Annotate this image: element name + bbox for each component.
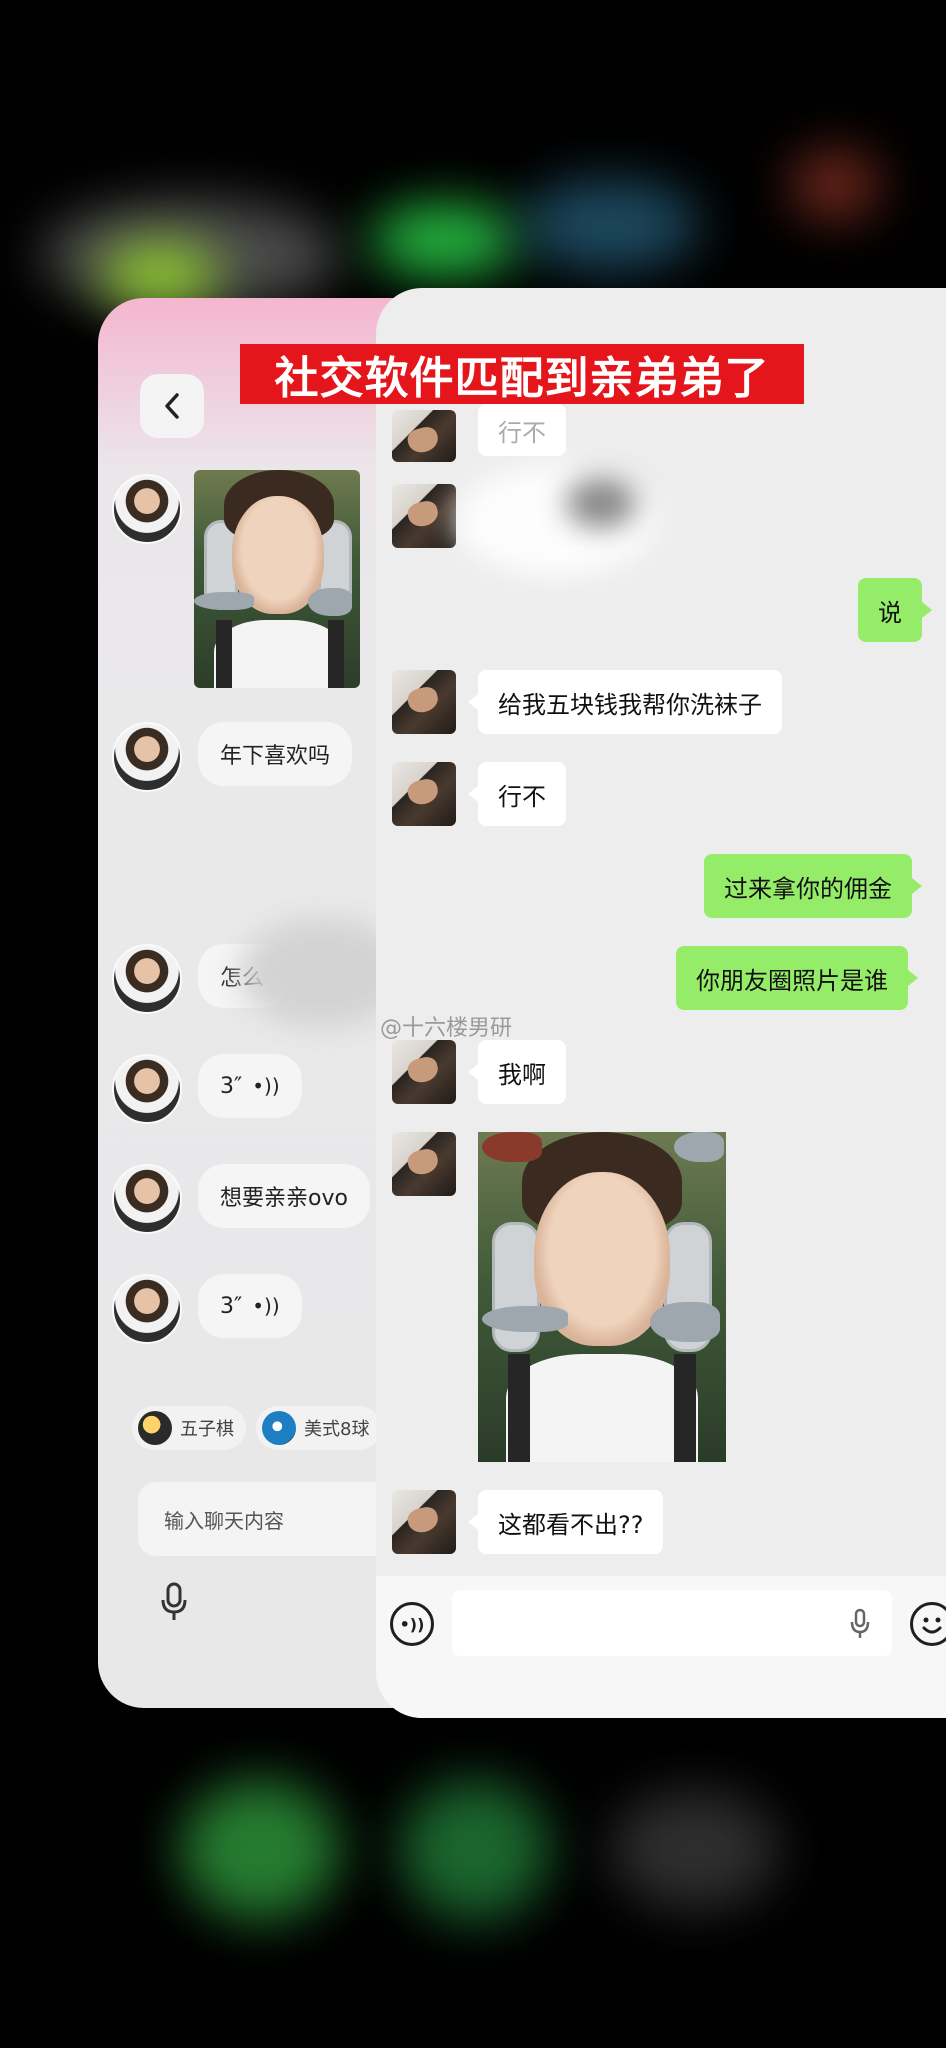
message-bubble: 行不: [478, 404, 566, 456]
image-message[interactable]: [478, 1132, 726, 1462]
sent-message: 过来拿你的佣金: [704, 854, 922, 918]
voice-toggle-button[interactable]: •)): [390, 1602, 434, 1646]
shark-sticker: [308, 588, 352, 616]
voice-duration: 3″: [220, 1073, 243, 1099]
censor-blur: [566, 478, 636, 528]
input-bar: •)): [376, 1576, 946, 1718]
background-blur: [520, 180, 700, 270]
message-bubble: 给我五块钱我帮你洗袜子: [468, 670, 782, 734]
voice-message[interactable]: 3″ •)): [198, 1274, 302, 1338]
message-bubble: 想要亲亲ovo: [198, 1164, 370, 1228]
microphone-icon[interactable]: [850, 1608, 870, 1640]
microphone-icon[interactable]: [160, 1582, 188, 1626]
censor-blur: [456, 466, 656, 576]
avatar[interactable]: [112, 1164, 182, 1234]
billiards-icon: [262, 1411, 296, 1445]
sent-message: 说: [858, 578, 932, 642]
gomoku-icon: [138, 1411, 172, 1445]
game-chip-gomoku[interactable]: 五子棋: [132, 1406, 246, 1450]
wechat-chat-card[interactable]: 行不 说 给我五块钱我帮你洗袜子 行不 过来拿你的佣金 你朋友圈照片是谁 我啊 …: [376, 288, 946, 1718]
background-blur: [400, 1780, 550, 1920]
profile-photo[interactable]: [194, 470, 360, 688]
smiley-icon: [922, 1617, 942, 1634]
message-bubble: 年下喜欢吗: [198, 722, 353, 786]
voice-wave-icon: •)): [252, 1294, 280, 1318]
title-banner: 社交软件匹配到亲弟弟了: [240, 344, 804, 404]
contact-avatar[interactable]: [392, 1132, 456, 1196]
avatar[interactable]: [112, 474, 182, 544]
contact-avatar[interactable]: [392, 1490, 456, 1554]
contact-avatar[interactable]: [392, 484, 456, 548]
avatar[interactable]: [112, 1274, 182, 1344]
shark-sticker: [194, 592, 254, 610]
message-input[interactable]: [452, 1590, 892, 1656]
background-blur: [370, 205, 520, 275]
voice-duration: 3″: [220, 1293, 243, 1319]
shark-sticker: [482, 1306, 568, 1332]
message-bubble: 行不: [468, 762, 566, 826]
chevron-left-icon: [165, 393, 179, 419]
emoji-button[interactable]: [910, 1602, 946, 1646]
sent-message: 你朋友圈照片是谁: [676, 946, 918, 1010]
shark-sticker: [674, 1132, 724, 1162]
shark-sticker: [482, 1132, 542, 1162]
voice-message[interactable]: 3″ •)): [198, 1054, 302, 1118]
contact-avatar[interactable]: [392, 1040, 456, 1104]
avatar[interactable]: [112, 722, 182, 792]
shark-sticker: [650, 1302, 720, 1342]
game-chip-8ball[interactable]: 美式8球: [256, 1406, 382, 1450]
contact-avatar[interactable]: [392, 762, 456, 826]
avatar[interactable]: [112, 1054, 182, 1124]
avatar[interactable]: [112, 944, 182, 1014]
background-blur: [180, 1780, 340, 1920]
contact-avatar[interactable]: [392, 670, 456, 734]
background-blur: [610, 1790, 780, 1910]
message-bubble: 我啊: [468, 1040, 566, 1104]
voice-wave-icon: •)): [399, 1614, 425, 1634]
back-button[interactable]: [140, 374, 204, 438]
contact-avatar[interactable]: [392, 410, 456, 462]
watermark: @十六楼男研: [380, 1016, 513, 1041]
voice-wave-icon: •)): [252, 1074, 280, 1098]
background-blur: [100, 245, 220, 305]
background-blur: [790, 150, 880, 220]
message-bubble: 这都看不出??: [467, 1490, 664, 1554]
